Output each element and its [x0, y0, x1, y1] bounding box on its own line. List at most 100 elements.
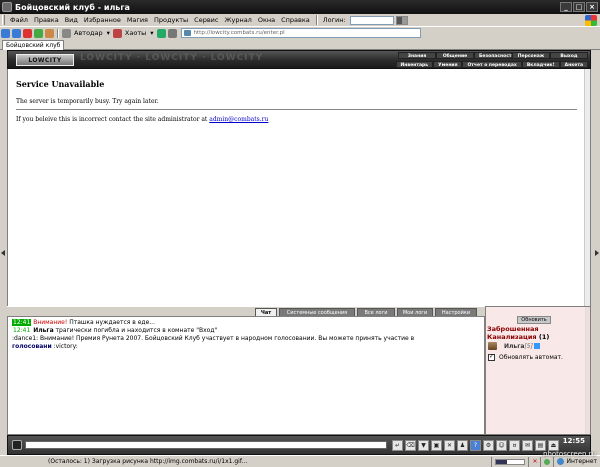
toolbar-separator — [57, 28, 59, 38]
tab-combats[interactable]: Бойцовский клуб — [2, 40, 65, 50]
chat-line: :dance1: Внимание! Премия Рунета 2007. Б… — [12, 335, 480, 343]
autodar-button[interactable]: Автодар — [72, 29, 105, 37]
auto-refresh-checkbox[interactable] — [488, 353, 495, 361]
main-nav: Знания Общение Безопасность Персонаж Вых… — [398, 52, 588, 59]
trade-icon[interactable]: ¤ — [509, 440, 520, 451]
title-bar: Бойцовский клуб - ильга _ □ × — [0, 0, 600, 14]
nav-transfer-report[interactable]: Отчет о переводах — [462, 61, 522, 68]
menu-products[interactable]: Продукты — [151, 16, 191, 24]
chat-nick[interactable]: Ильга — [33, 327, 53, 334]
chat-text: :dance1: Внимание! Премия Рунета 2007. Б… — [12, 335, 415, 342]
error-message: The server is temporarily busy. Try agai… — [16, 98, 159, 105]
left-panel-toggle[interactable] — [0, 50, 6, 455]
error-title: Service Unavailable — [16, 79, 105, 89]
close-button[interactable]: × — [586, 2, 598, 12]
save-icon[interactable]: ▣ — [431, 440, 442, 451]
nav-skills[interactable]: Умения — [433, 61, 463, 68]
chat-text: :victory: — [51, 343, 78, 350]
panel-scrollbar[interactable] — [585, 307, 590, 434]
chat-input[interactable] — [25, 441, 387, 449]
home-icon[interactable] — [45, 28, 54, 38]
chat-log[interactable]: 12:41 Внимание! Пташка нуждается в еде..… — [7, 316, 485, 435]
menu-favorites[interactable]: Избранное — [81, 16, 124, 24]
menu-magic[interactable]: Магия — [124, 16, 151, 24]
refresh-button[interactable]: Обновить — [517, 316, 551, 324]
mail-icon[interactable]: ✉ — [522, 440, 533, 451]
menu-file[interactable]: Файл — [7, 16, 31, 24]
refresh-icon[interactable] — [34, 28, 43, 38]
status-stop: ✕ — [528, 456, 540, 467]
chevron-down-icon[interactable]: ▾ — [105, 29, 112, 37]
private-message-icon[interactable] — [488, 342, 497, 350]
smile-icon[interactable]: ☺ — [496, 440, 507, 451]
player-info-icon[interactable] — [533, 343, 540, 349]
nav-profile[interactable]: Анкета — [559, 61, 588, 68]
menu-help[interactable]: Справка — [278, 16, 313, 24]
location-name: Заброшенная Канализация (1) — [486, 325, 590, 341]
arrow-left-icon — [1, 250, 5, 256]
right-panel-toggle[interactable] — [594, 50, 600, 455]
address-bar[interactable]: http://lowcity.combats.ru/enter.pl — [180, 28, 421, 38]
chat-tabs: Чат Системные сообщения Все логи Мои лог… — [7, 306, 485, 317]
browser-window: Бойцовский клуб - ильга _ □ × Файл Правк… — [0, 0, 600, 467]
nav-security[interactable]: Безопасность — [474, 52, 514, 59]
nav-depositor[interactable]: Вкладчик! — [521, 61, 560, 68]
admin-email-link[interactable]: admin@combats.ru — [209, 116, 268, 123]
flag-icon[interactable] — [395, 15, 408, 25]
status-zone: Интернет — [553, 456, 600, 467]
chat-line: 12:41 Ильга трагически погибла и находит… — [12, 327, 480, 335]
status-security — [540, 456, 553, 467]
windows-logo-icon — [585, 14, 597, 26]
window-controls: _ □ × — [560, 2, 598, 12]
game-header: LOWCITY LOWCITY · LOWCITY · LOWCITY Знан… — [7, 50, 591, 69]
tools-icon[interactable] — [62, 28, 71, 38]
chat-time[interactable]: 12:41 — [12, 327, 31, 334]
go-icon[interactable] — [156, 28, 166, 38]
login-input[interactable] — [349, 15, 394, 25]
clear-icon[interactable]: ⌫ — [405, 440, 416, 451]
gear-icon[interactable]: ⚙ — [483, 440, 494, 451]
player-name[interactable]: Ильга — [504, 343, 524, 350]
hauts-button[interactable]: Хаоты — [123, 29, 148, 37]
nav-character[interactable]: Персонаж — [512, 52, 550, 59]
chat-text: Пташка нуждается в еде... — [69, 319, 155, 326]
send-icon[interactable]: ↵ — [392, 440, 403, 451]
nav-inventory[interactable]: Инвентарь — [395, 61, 434, 68]
help-icon[interactable]: ? — [470, 440, 481, 451]
menu-windows[interactable]: Окна — [255, 16, 278, 24]
menu-journal[interactable]: Журнал — [221, 16, 254, 24]
menu-edit[interactable]: Правка — [31, 16, 62, 24]
status-bar: (Осталось: 1) Загрузка рисунка http://im… — [0, 455, 600, 467]
stop-loading-icon[interactable]: ✕ — [532, 456, 537, 467]
minimize-button[interactable]: _ — [560, 2, 572, 12]
stop-icon[interactable] — [23, 28, 32, 38]
hauts-icon[interactable] — [112, 28, 122, 38]
filter-icon[interactable]: ▼ — [418, 440, 429, 451]
status-text: (Осталось: 1) Загрузка рисунка http://im… — [48, 458, 248, 465]
toolbar-grip[interactable] — [2, 15, 5, 25]
chevron-down-icon[interactable]: ▾ — [148, 29, 155, 37]
back-icon[interactable] — [1, 28, 10, 38]
nav-communication[interactable]: Общение — [436, 52, 474, 59]
menu-view[interactable]: Вид — [62, 16, 81, 24]
fight-icon[interactable]: ✕ — [444, 440, 455, 451]
filter-icon[interactable] — [167, 28, 177, 38]
auto-refresh-label: Обновлять автомат. — [499, 354, 563, 361]
chat-mode-icon[interactable] — [12, 440, 22, 450]
tab-bar: Бойцовский клуб — [0, 39, 600, 50]
vote-link[interactable]: голосовани — [12, 343, 52, 350]
chat-time[interactable]: 12:41 — [12, 319, 32, 326]
location-count: (1) — [538, 333, 550, 341]
chat-input-bar: ↵ ⌫ ▼ ▣ ✕ ♟ ? ⚙ ☺ ¤ ✉ ▤ ⏏ 12:55 — [7, 435, 591, 455]
nav-knowledge[interactable]: Знания — [398, 52, 436, 59]
player-icon[interactable]: ♟ — [457, 440, 468, 451]
player-row: Ильга [5] — [488, 342, 540, 350]
forward-icon[interactable] — [12, 28, 21, 38]
nav-exit[interactable]: Выход — [550, 52, 588, 59]
player-level: [5] — [524, 342, 533, 350]
chat-line: голосовани :victory: — [12, 343, 480, 351]
online-panel: Обновить Заброшенная Канализация (1) Иль… — [485, 306, 591, 435]
maximize-button[interactable]: □ — [573, 2, 585, 12]
content-scrollbar[interactable] — [584, 69, 590, 306]
menu-service[interactable]: Сервис — [191, 16, 221, 24]
